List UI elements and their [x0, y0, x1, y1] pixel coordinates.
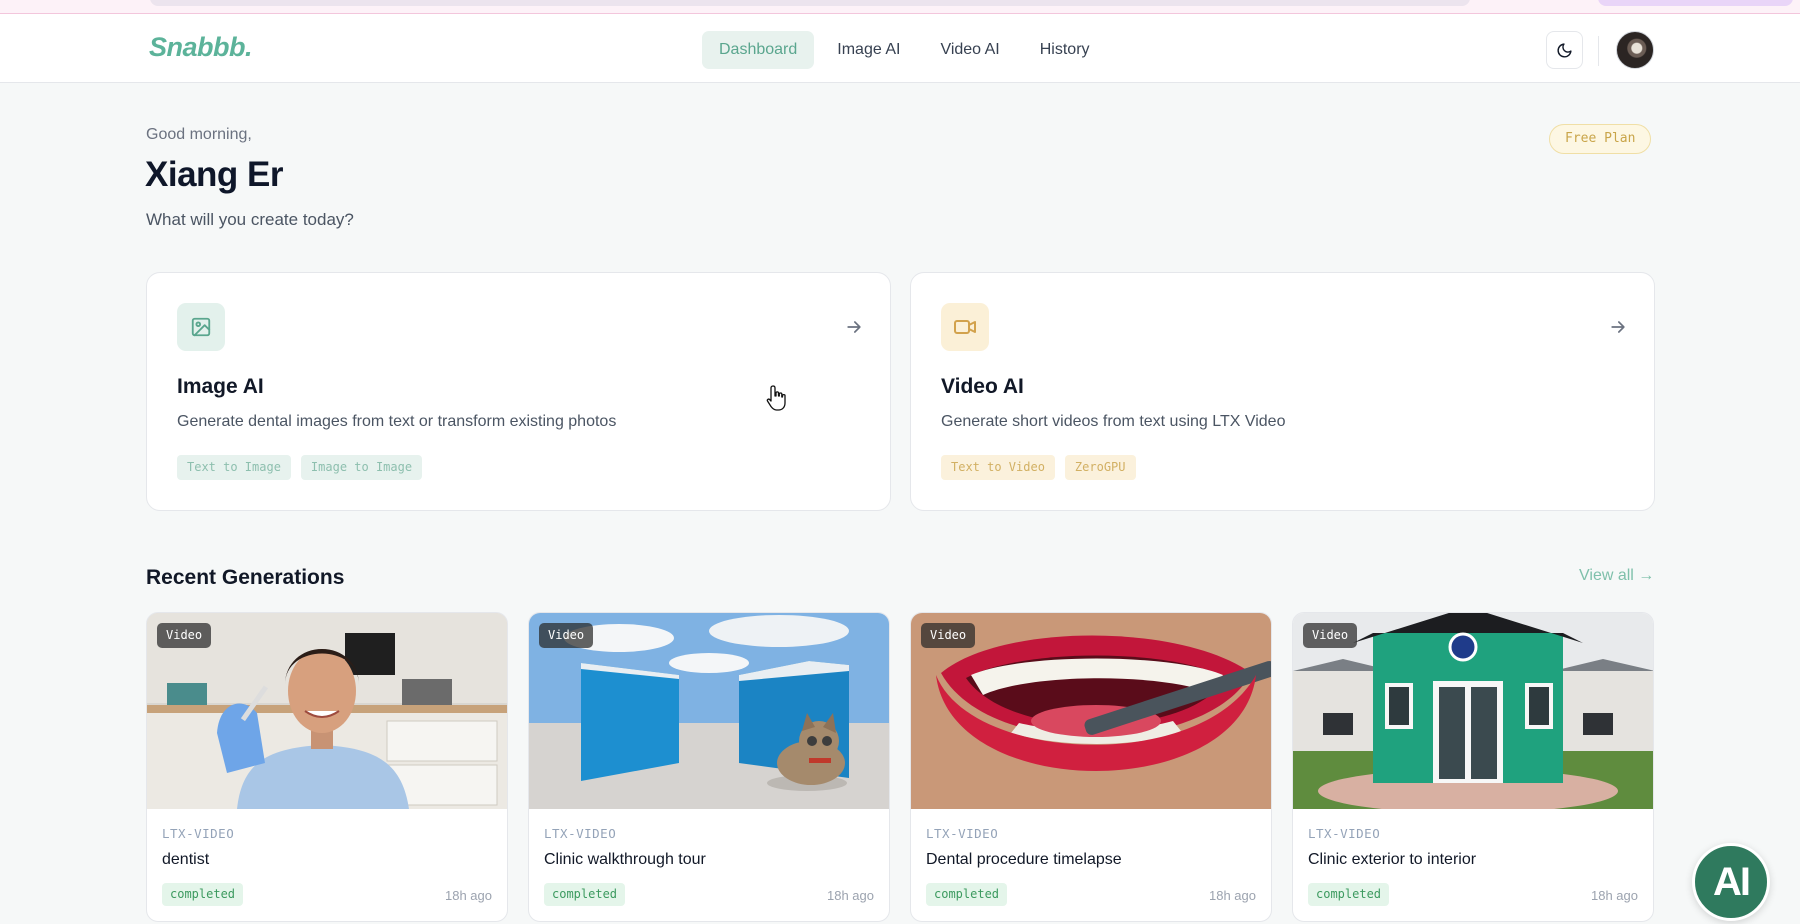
timestamp: 18h ago [445, 888, 492, 903]
app-logo[interactable]: Snabbb. [149, 32, 253, 63]
nav-item-dashboard[interactable]: Dashboard [702, 31, 815, 69]
card-tags: Text to Image Image to Image [177, 455, 423, 480]
tag-image-to-image: Image to Image [300, 455, 423, 480]
arrow-right-icon [847, 321, 861, 333]
status-badge: completed [162, 883, 244, 906]
recent-generations-heading: Recent Generations [146, 566, 345, 589]
main-menu: Dashboard Image AI Video AI History [702, 31, 1107, 69]
video-ai-card[interactable]: Video AI Generate short videos from text… [910, 272, 1655, 511]
hand-cursor-icon [766, 385, 786, 411]
model-label: LTX-VIDEO [926, 826, 999, 841]
generation-card[interactable]: Video LTX-VIDEO Clinic walkthrough tour … [528, 612, 890, 922]
nav-item-history[interactable]: History [1023, 31, 1107, 69]
timestamp: 18h ago [827, 888, 874, 903]
image-icon [177, 303, 225, 351]
top-strip-bar [150, 0, 1470, 6]
card-title: Video AI [941, 375, 1024, 398]
type-badge: Video [539, 623, 594, 648]
theme-toggle-button[interactable] [1546, 31, 1583, 69]
type-badge: Video [157, 623, 212, 648]
video-thumbnail[interactable]: Video [529, 613, 889, 809]
arrow-right-icon [1611, 321, 1625, 333]
type-badge: Video [921, 623, 976, 648]
card-description: Generate short videos from text using LT… [941, 413, 1286, 430]
welcome-subtitle: What will you create today? [146, 210, 354, 229]
video-thumbnail[interactable]: Video [1293, 613, 1653, 809]
nav-item-video-ai[interactable]: Video AI [923, 31, 1016, 69]
top-browser-strip [0, 0, 1800, 14]
status-badge: completed [544, 883, 626, 906]
status-badge: completed [926, 883, 1008, 906]
generation-card[interactable]: Video LTX-VIDEO dentist completed 18h ag… [146, 612, 508, 922]
timestamp: 18h ago [1591, 888, 1638, 903]
model-label: LTX-VIDEO [544, 826, 617, 841]
tag-zerogpu: ZeroGPU [1064, 455, 1136, 480]
status-badge: completed [1308, 883, 1390, 906]
top-strip-pill [1598, 0, 1793, 6]
generation-title: Clinic walkthrough tour [544, 851, 706, 868]
generation-title: Dental procedure timelapse [926, 851, 1122, 868]
greeting-text: Good morning, [146, 126, 252, 143]
moon-icon [1557, 42, 1572, 57]
timestamp: 18h ago [1209, 888, 1256, 903]
tag-text-to-video: Text to Video [941, 455, 1055, 480]
view-all-link[interactable]: View all → [1579, 567, 1654, 585]
generation-card[interactable]: Video LTX-VIDEO Clinic exterior to inter… [1292, 612, 1654, 922]
top-navbar: Snabbb. Dashboard Image AI Video AI Hist… [0, 14, 1800, 83]
generation-title: Clinic exterior to interior [1308, 851, 1477, 868]
card-title: Image AI [177, 375, 264, 398]
type-badge: Video [1303, 623, 1358, 648]
generation-card[interactable]: Video LTX-VIDEO Dental procedure timelap… [910, 612, 1272, 922]
model-label: LTX-VIDEO [1308, 826, 1381, 841]
nav-item-image-ai[interactable]: Image AI [820, 31, 917, 69]
model-label: LTX-VIDEO [162, 826, 235, 841]
plan-badge: Free Plan [1549, 124, 1652, 154]
video-thumbnail[interactable]: Video [911, 613, 1271, 809]
video-camera-icon [941, 303, 989, 351]
card-description: Generate dental images from text or tran… [177, 413, 617, 430]
generation-title: dentist [162, 851, 210, 868]
tag-text-to-image: Text to Image [177, 455, 291, 480]
nav-divider [1598, 36, 1599, 66]
user-avatar[interactable] [1616, 31, 1654, 69]
video-thumbnail[interactable]: Video [147, 613, 507, 809]
user-name-heading: Xiang Er [145, 155, 283, 194]
card-tags: Text to Video ZeroGPU [941, 455, 1136, 480]
ai-assistant-button[interactable]: AI [1692, 843, 1770, 921]
